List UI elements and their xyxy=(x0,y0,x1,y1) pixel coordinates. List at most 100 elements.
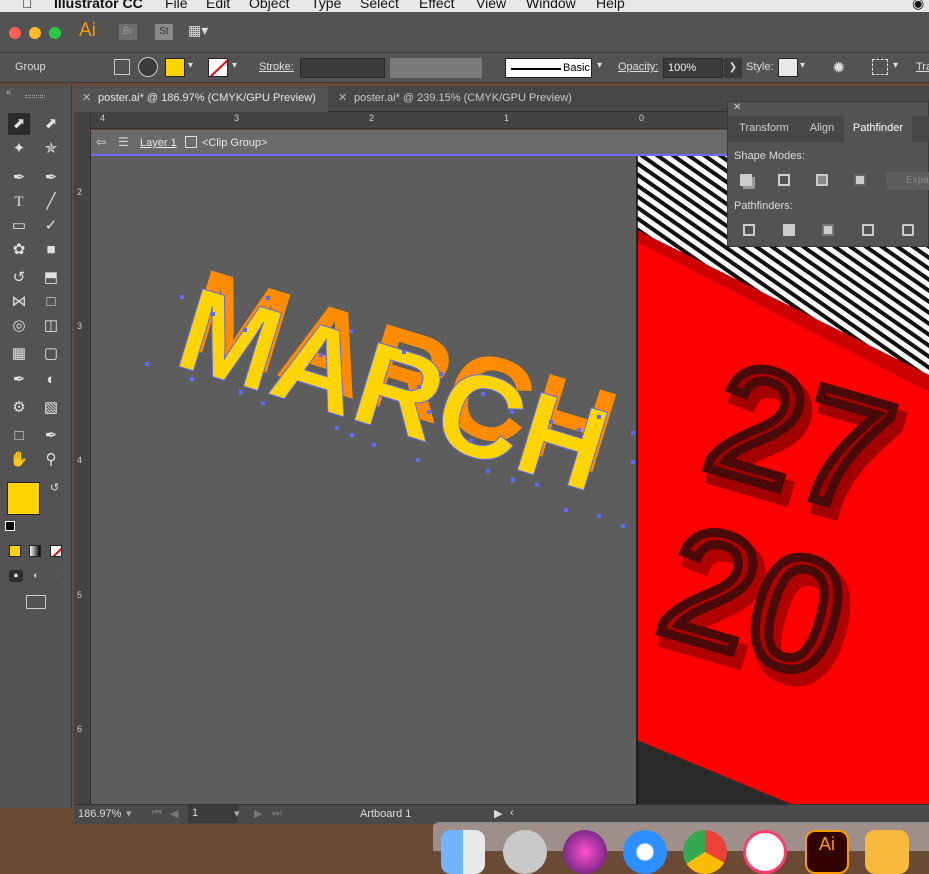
rectangle-tool-icon[interactable]: ▭ xyxy=(8,215,30,237)
rotate-tool-icon[interactable]: ↺ xyxy=(8,267,30,289)
expand-button[interactable]: Expa xyxy=(886,172,929,190)
exclude-icon[interactable] xyxy=(854,174,866,186)
swap-fill-stroke-icon[interactable]: ↺ xyxy=(50,481,59,494)
gradient-mode-icon[interactable] xyxy=(29,545,41,557)
zoom-tool-icon[interactable]: ⚲ xyxy=(40,449,62,471)
shape-builder-tool-icon[interactable]: ◎ xyxy=(8,315,30,337)
previous-artboard-icon[interactable]: ◀ xyxy=(170,807,178,820)
breadcrumb-group[interactable]: <Clip Group> xyxy=(202,137,267,149)
tab-poster-186[interactable]: ✕ poster.ai* @ 186.97% (CMYK/GPU Preview… xyxy=(74,86,328,112)
artboard-number-dropdown-icon[interactable]: ▾ xyxy=(234,807,240,820)
width-tool-icon[interactable]: ⋈ xyxy=(8,291,30,313)
menu-view[interactable]: View xyxy=(476,0,506,11)
column-graph-tool-icon[interactable]: ▧ xyxy=(40,397,62,419)
menu-type[interactable]: Type xyxy=(311,0,341,11)
intersect-icon[interactable] xyxy=(816,174,828,186)
fill-color-swatch[interactable] xyxy=(165,58,185,77)
stroke-color-swatch[interactable] xyxy=(208,58,228,77)
collapse-toolbar-icon[interactable]: « xyxy=(6,87,11,97)
style-dropdown-icon[interactable]: ▾ xyxy=(800,60,805,71)
blend-tool-icon[interactable]: ◐ xyxy=(40,369,62,391)
last-artboard-icon[interactable]: ⏭ xyxy=(272,807,282,820)
menu-help[interactable]: Help xyxy=(596,0,625,11)
march-clip-group[interactable]: MARCH MARCH xyxy=(163,244,631,519)
eraser-tool-icon[interactable]: ■ xyxy=(40,239,62,261)
gradient-tool-icon[interactable]: ▢ xyxy=(40,343,62,365)
menu-select[interactable]: Select xyxy=(360,0,399,11)
trim-icon[interactable] xyxy=(783,224,795,236)
selection-tool-icon[interactable]: ⬈ xyxy=(8,113,30,135)
divide-icon[interactable] xyxy=(743,224,755,236)
isolate-group-icon[interactable] xyxy=(114,59,130,75)
arrange-documents-icon[interactable]: ▦▾ xyxy=(188,22,208,39)
fill-dropdown-icon[interactable]: ▾ xyxy=(188,60,193,71)
artboard-tool-icon[interactable]: □ xyxy=(8,425,30,447)
eyedropper-tool-icon[interactable]: ✒ xyxy=(8,369,30,391)
transform-link[interactable]: Tra xyxy=(916,61,929,73)
bridge-button[interactable]: Br xyxy=(119,24,137,40)
align-dropdown-icon[interactable]: ▾ xyxy=(893,60,898,71)
hand-tool-icon[interactable]: ✋ xyxy=(8,449,30,471)
finder-icon[interactable] xyxy=(441,830,485,874)
opacity-input[interactable]: 100% xyxy=(663,58,723,78)
menu-edit[interactable]: Edit xyxy=(206,0,230,11)
scale-tool-icon[interactable]: ⬒ xyxy=(40,267,62,289)
draw-normal-icon[interactable]: ● xyxy=(9,570,23,582)
draw-behind-icon[interactable]: ◐ xyxy=(29,570,43,582)
menu-object[interactable]: Object xyxy=(249,0,289,11)
none-mode-icon[interactable] xyxy=(50,545,62,557)
change-screen-mode-icon[interactable] xyxy=(26,595,46,609)
close-tab-icon[interactable]: ✕ xyxy=(338,91,347,104)
close-panel-icon[interactable]: ✕ xyxy=(733,102,741,113)
fill-color-box[interactable] xyxy=(7,482,40,515)
graphic-style-swatch[interactable] xyxy=(778,58,798,77)
stroke-weight-field[interactable] xyxy=(300,58,385,78)
color-mode-icon[interactable] xyxy=(9,545,21,557)
first-artboard-icon[interactable]: ⏮ xyxy=(152,807,162,820)
exit-isolation-icon[interactable]: ⇦ xyxy=(96,135,106,149)
menu-effect[interactable]: Effect xyxy=(419,0,455,11)
variable-width-profile[interactable] xyxy=(390,58,482,78)
opacity-expand-icon[interactable]: ❯ xyxy=(724,58,742,78)
free-transform-tool-icon[interactable]: □ xyxy=(40,291,62,313)
mesh-tool-icon[interactable]: ▦ xyxy=(8,343,30,365)
perspective-grid-tool-icon[interactable]: ◫ xyxy=(40,315,62,337)
lasso-tool-icon[interactable]: ✯ xyxy=(40,138,62,160)
stock-button[interactable]: St xyxy=(155,24,173,40)
tab-transform[interactable]: Transform xyxy=(728,116,800,142)
merge-icon[interactable] xyxy=(822,224,834,236)
menu-window[interactable]: Window xyxy=(526,0,576,11)
pen-tool-icon[interactable]: ✒ xyxy=(8,167,30,189)
wifi-icon[interactable]: ◉ xyxy=(912,0,924,12)
crop-icon[interactable] xyxy=(862,224,874,236)
apple-icon[interactable]:  xyxy=(22,0,33,11)
minus-front-icon[interactable] xyxy=(778,174,790,186)
tab-align[interactable]: Align xyxy=(800,116,844,142)
stroke-label[interactable]: Stroke: xyxy=(259,61,294,73)
slice-tool-icon[interactable]: ✒ xyxy=(40,425,62,447)
line-tool-icon[interactable]: ╱ xyxy=(40,191,62,213)
default-colors-icon[interactable] xyxy=(5,521,15,531)
pages-icon[interactable] xyxy=(865,830,909,874)
vertical-ruler[interactable]: 2 3 4 5 6 xyxy=(74,112,91,804)
artboard-number-field[interactable]: 1 xyxy=(188,805,238,823)
safari-icon[interactable] xyxy=(623,830,667,874)
symbol-sprayer-tool-icon[interactable]: ⚙ xyxy=(8,397,30,419)
direct-selection-tool-icon[interactable]: ⬈ xyxy=(40,113,62,135)
zoom-window-button[interactable] xyxy=(49,27,61,39)
stroke-dropdown-icon[interactable]: ▾ xyxy=(232,60,237,71)
music-icon[interactable] xyxy=(743,830,787,874)
minimize-window-button[interactable] xyxy=(29,27,41,39)
scroll-left-icon[interactable]: ‹ xyxy=(510,807,514,819)
curvature-tool-icon[interactable]: ✒ xyxy=(40,167,62,189)
siri-icon[interactable] xyxy=(563,830,607,874)
shaper-tool-icon[interactable]: ✿ xyxy=(8,239,30,261)
tab-pathfinder[interactable]: Pathfinder xyxy=(844,116,912,142)
toolbar-grip[interactable] xyxy=(25,95,45,98)
brush-dropdown-icon[interactable]: ▾ xyxy=(597,60,602,71)
unite-icon[interactable] xyxy=(740,174,752,186)
close-window-button[interactable] xyxy=(9,27,21,39)
brush-definition[interactable]: Basic xyxy=(505,58,592,78)
zoom-level[interactable]: 186.97% xyxy=(78,808,121,820)
type-tool-icon[interactable]: T xyxy=(8,191,30,213)
